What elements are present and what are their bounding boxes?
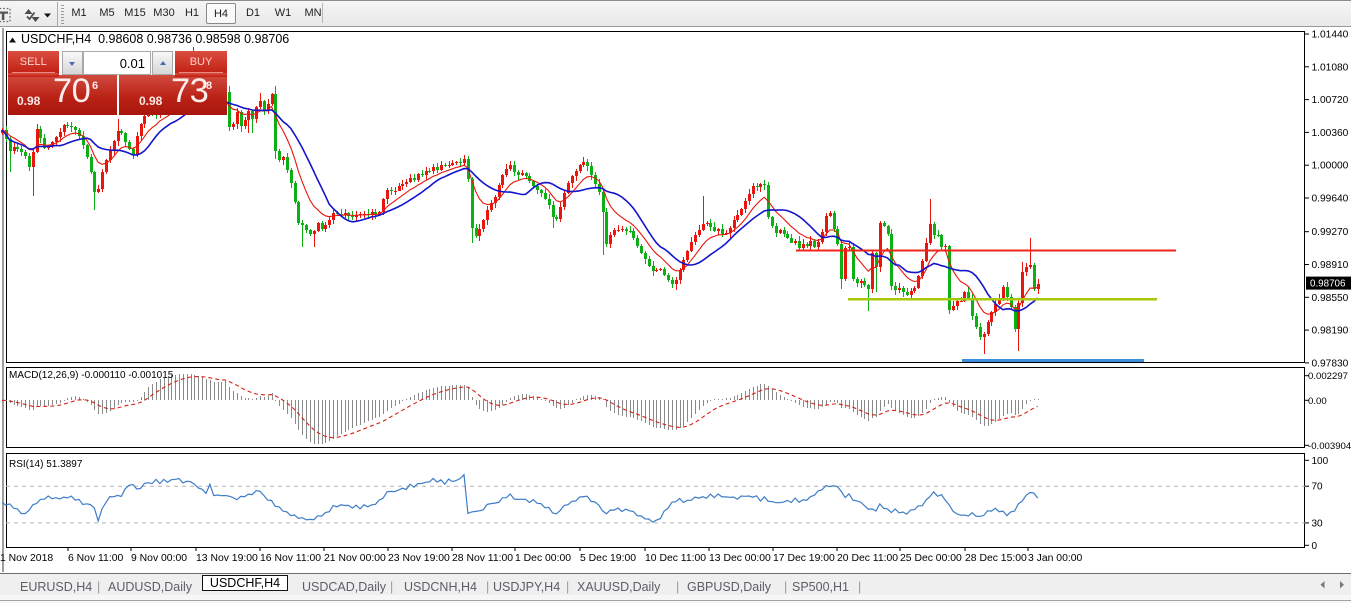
svg-text:0.97830: 0.97830 (1312, 358, 1349, 369)
svg-text:100: 100 (1312, 456, 1329, 467)
svg-text:0.98910: 0.98910 (1312, 260, 1349, 271)
svg-text:-0.003904: -0.003904 (1308, 441, 1351, 452)
svg-text:0.99640: 0.99640 (1312, 194, 1349, 205)
svg-text:20 Dec 11:00: 20 Dec 11:00 (837, 553, 898, 564)
svg-text:10 Dec 11:00: 10 Dec 11:00 (645, 553, 706, 564)
svg-text:9 Nov 00:00: 9 Nov 00:00 (131, 553, 187, 564)
svg-text:23 Nov 19:00: 23 Nov 19:00 (388, 553, 450, 564)
svg-text:6 Nov 11:00: 6 Nov 11:00 (68, 553, 123, 564)
svg-text:MACD(12,26,9) -0.000110 -0.001: MACD(12,26,9) -0.000110 -0.001015 (9, 370, 174, 381)
svg-text:0.002297: 0.002297 (1308, 371, 1348, 382)
svg-text:0.00: 0.00 (1308, 396, 1327, 407)
svg-text:16 Nov 11:00: 16 Nov 11:00 (260, 553, 321, 564)
svg-text:1.01440: 1.01440 (1312, 30, 1349, 41)
svg-text:28 Dec 15:00: 28 Dec 15:00 (965, 553, 1027, 564)
svg-text:30: 30 (1312, 518, 1324, 529)
svg-text:0.98190: 0.98190 (1312, 326, 1349, 337)
svg-text:13 Nov 19:00: 13 Nov 19:00 (196, 553, 258, 564)
svg-text:25 Dec 00:00: 25 Dec 00:00 (900, 553, 962, 564)
svg-text:1 Nov 2018: 1 Nov 2018 (0, 553, 53, 564)
svg-text:USDCHF,H4 0.98608 0.98736 0.9: USDCHF,H4 0.98608 0.98736 0.98598 0.9870… (21, 32, 289, 46)
svg-text:17 Dec 19:00: 17 Dec 19:00 (773, 553, 835, 564)
svg-text:1.00360: 1.00360 (1312, 128, 1349, 139)
svg-text:13 Dec 00:00: 13 Dec 00:00 (709, 553, 771, 564)
svg-text:21 Nov 00:00: 21 Nov 00:00 (324, 553, 386, 564)
svg-text:0.98706: 0.98706 (1310, 279, 1346, 290)
svg-text:70: 70 (1312, 482, 1324, 493)
svg-text:5 Dec 19:00: 5 Dec 19:00 (580, 553, 636, 564)
svg-text:28 Nov 11:00: 28 Nov 11:00 (452, 553, 513, 564)
svg-text:0.98550: 0.98550 (1312, 293, 1349, 304)
svg-text:0: 0 (1312, 541, 1318, 552)
svg-text:3 Jan 00:00: 3 Jan 00:00 (1028, 553, 1083, 564)
svg-text:0.99270: 0.99270 (1312, 227, 1349, 238)
svg-text:1.00000: 1.00000 (1312, 161, 1349, 172)
svg-text:1 Dec 00:00: 1 Dec 00:00 (515, 553, 571, 564)
svg-text:1.00720: 1.00720 (1312, 95, 1349, 106)
svg-text:RSI(14) 51.3897: RSI(14) 51.3897 (9, 459, 83, 470)
svg-text:1.01080: 1.01080 (1312, 62, 1349, 73)
